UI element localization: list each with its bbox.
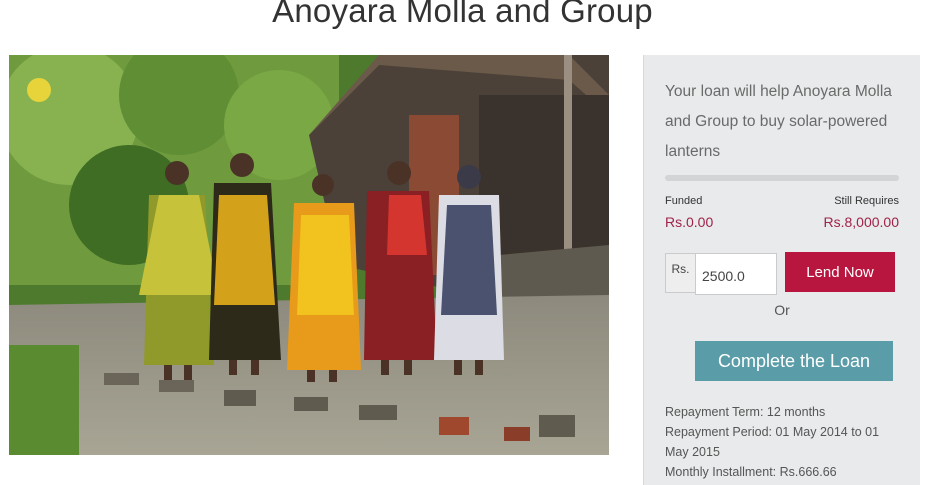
loan-description: Your loan will help Anoyara Molla and Gr… <box>665 83 892 160</box>
loan-amount-input[interactable] <box>695 253 777 295</box>
loan-panel: Your loan will help Anoyara Molla and Gr… <box>643 55 920 485</box>
currency-prefix: Rs. <box>665 253 695 293</box>
funding-progress-bar <box>665 175 899 181</box>
repayment-details: Repayment Term: 12 months Repayment Peri… <box>665 402 905 482</box>
still-requires-value: Rs.8,000.00 <box>823 214 900 230</box>
complete-loan-button[interactable]: Complete the Loan <box>695 341 893 381</box>
still-requires-label: Still Requires <box>834 195 899 207</box>
repayment-period: Repayment Period: 01 May 2014 to 01 May … <box>665 425 880 459</box>
page-title: Anoyara Molla and Group <box>272 0 653 29</box>
monthly-installment: Monthly Installment: Rs.666.66 <box>665 465 837 479</box>
repayment-term: Repayment Term: 12 months <box>665 405 826 419</box>
funded-value: Rs.0.00 <box>665 214 714 230</box>
borrower-photo <box>9 55 609 455</box>
or-separator: Or <box>774 302 790 318</box>
lend-now-button[interactable]: Lend Now <box>785 252 895 292</box>
funded-label: Funded <box>665 195 703 207</box>
